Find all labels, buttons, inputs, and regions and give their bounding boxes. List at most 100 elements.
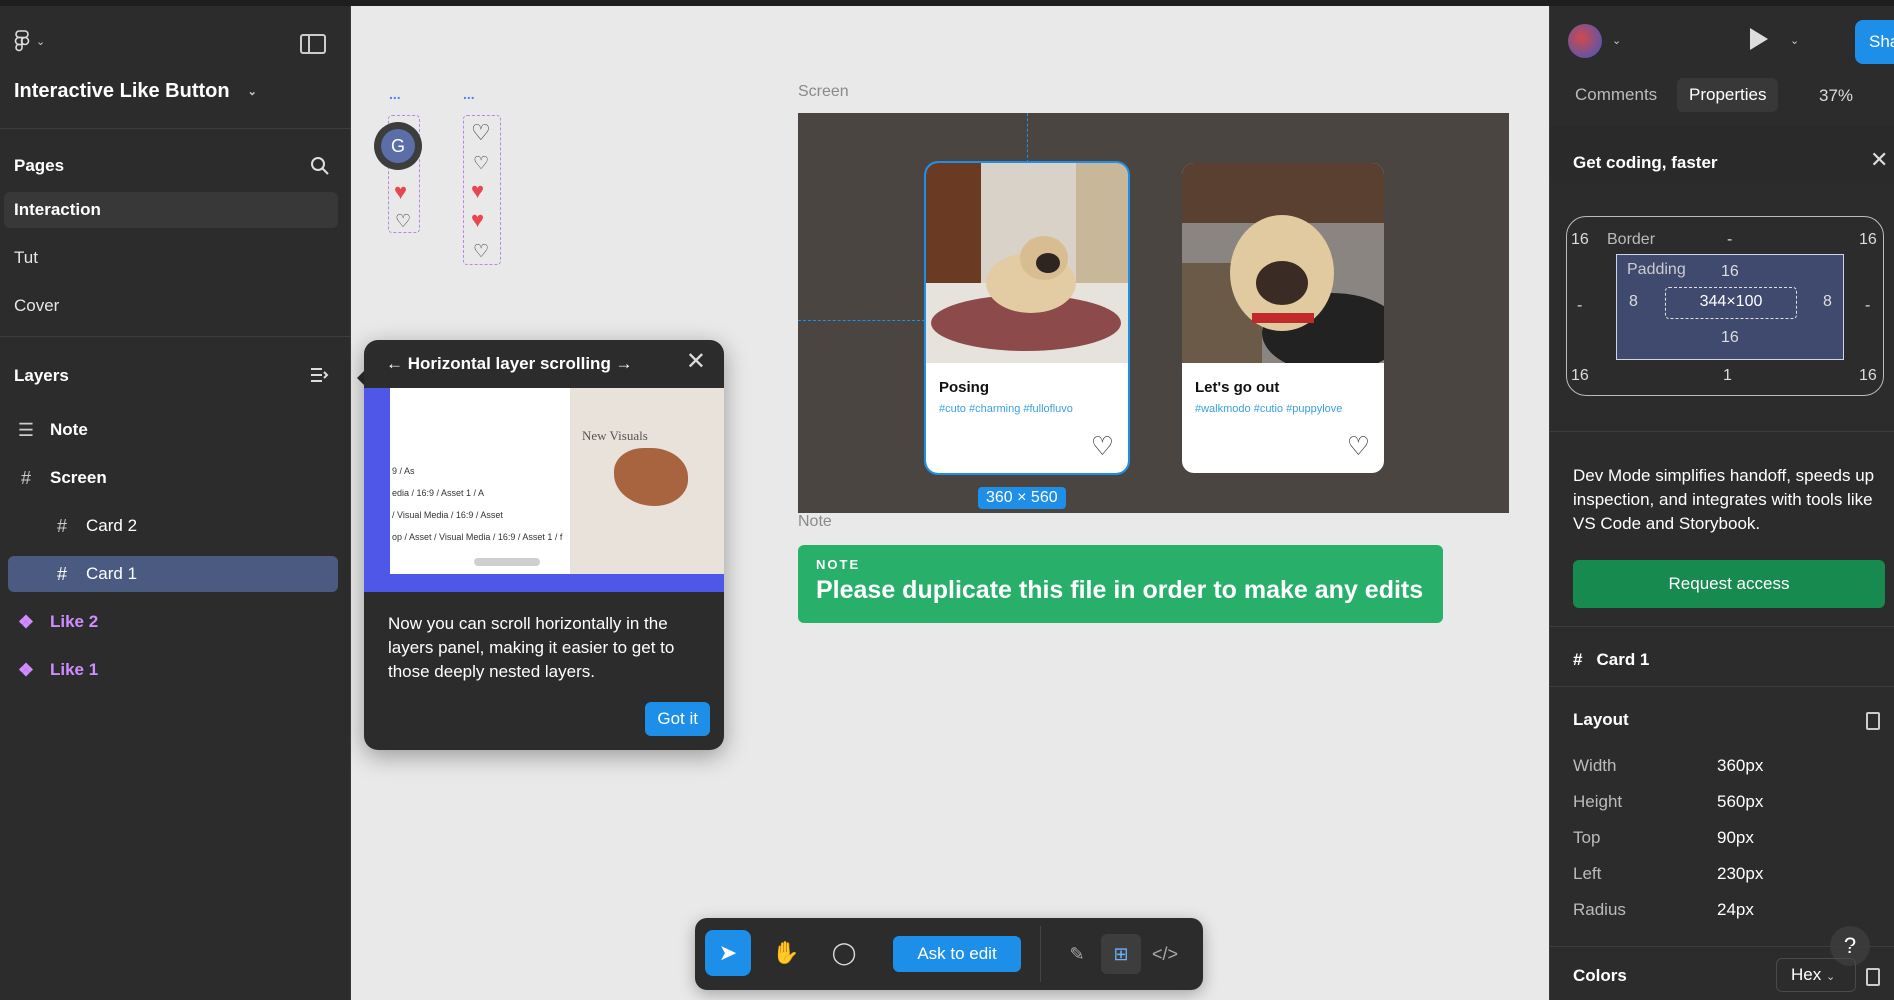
design-canvas[interactable]: ... ... ♥ ♡ ♡ ♡ ♥ ♥ ♡ G Screen Posing #c… — [351, 6, 1549, 1000]
frame-icon: # — [56, 564, 67, 584]
prop-value[interactable]: 560px — [1717, 792, 1763, 812]
figma-logo-icon — [14, 30, 30, 52]
colors-heading: Colors — [1573, 966, 1627, 985]
prop-value[interactable]: 24px — [1717, 900, 1754, 920]
search-icon[interactable] — [310, 156, 330, 176]
guide-line — [1027, 113, 1028, 163]
divider — [1550, 431, 1894, 432]
side-value: - — [1577, 297, 1583, 314]
layers-heading: Layers — [14, 366, 69, 385]
user-avatar[interactable] — [1568, 24, 1602, 58]
toggle-sidebar-icon[interactable] — [300, 34, 326, 54]
illustration-text: op / Asset / Visual Media / 16:9 / Asset… — [392, 532, 563, 542]
color-format-select[interactable]: Hex ⌄ — [1776, 958, 1856, 992]
layer-label: Note — [50, 420, 88, 439]
collaborator-avatar[interactable]: G — [374, 122, 422, 170]
share-button[interactable]: Share — [1855, 20, 1894, 64]
prop-label: Top — [1573, 828, 1601, 847]
zoom-level[interactable]: 37% — [1819, 86, 1853, 106]
prop-value[interactable]: 230px — [1717, 864, 1763, 884]
file-title[interactable]: Interactive Like Button ⌄ — [14, 80, 257, 103]
present-icon[interactable] — [1750, 28, 1768, 50]
main-menu-button[interactable]: ⌄ — [14, 30, 45, 52]
close-icon[interactable]: ✕ — [1870, 147, 1888, 173]
like-2-component[interactable]: ♡ ♡ ♥ ♥ ♡ — [463, 115, 501, 265]
move-tool-icon[interactable]: ➤ — [705, 930, 751, 976]
dev-mode-description: Dev Mode simplifies handoff, speeds up i… — [1573, 466, 1875, 533]
tab-comments[interactable]: Comments — [1563, 78, 1669, 112]
ask-to-edit-button[interactable]: Ask to edit — [893, 936, 1021, 972]
illustration-panel — [390, 388, 570, 574]
note-frame-label[interactable]: Note — [798, 513, 832, 531]
chevron-down-icon[interactable]: ⌄ — [1790, 34, 1799, 47]
layer-card-2[interactable]: # Card 2 — [8, 508, 338, 544]
side-value: - — [1865, 297, 1871, 314]
color-format-label: Hex — [1791, 965, 1822, 984]
component-label[interactable]: ... — [463, 86, 475, 102]
left-sidebar: ⌄ Interactive Like Button ⌄ Pages Intera… — [0, 6, 351, 1000]
avatar-initial: G — [381, 129, 415, 163]
hand-tool-icon[interactable]: ✋ — [763, 930, 809, 976]
layer-screen[interactable]: # Screen — [8, 460, 338, 496]
padding-left: 8 — [1629, 293, 1638, 310]
heart-filled-icon: ♥ — [471, 178, 485, 203]
comment-tool-icon[interactable]: ◯ — [821, 930, 867, 976]
chevron-down-icon: ⌄ — [247, 86, 257, 98]
card-title: Let's go out — [1195, 379, 1280, 396]
layer-note[interactable]: ☰ Note — [8, 412, 338, 448]
copy-icon[interactable] — [1866, 712, 1880, 730]
screen-frame[interactable]: Posing #cuto #charming #fullofluvo ♡ Let… — [798, 113, 1509, 513]
prop-label: Left — [1573, 864, 1602, 883]
draw-mode-icon[interactable]: ✎ — [1057, 934, 1097, 974]
heart-outline-icon: ♡ — [395, 211, 412, 231]
corner-value: 16 — [1571, 231, 1589, 248]
layer-like-2[interactable]: ❖ Like 2 — [8, 604, 338, 640]
tip-popover: ← Horizontal layer scrolling → ✕ 9 / As … — [364, 340, 724, 750]
chevron-down-icon: ⌄ — [1825, 971, 1836, 983]
layer-card-1[interactable]: # Card 1 — [8, 556, 338, 592]
prop-value[interactable]: 90px — [1717, 828, 1754, 848]
note-banner[interactable]: NOTE Please duplicate this file in order… — [798, 545, 1443, 623]
component-label[interactable]: ... — [389, 86, 401, 102]
note-text: Please duplicate this file in order to m… — [816, 576, 1424, 604]
corner-value: 16 — [1859, 231, 1877, 248]
divider — [0, 336, 351, 337]
page-item-interaction[interactable]: Interaction — [4, 192, 338, 228]
prop-value[interactable]: 360px — [1717, 756, 1763, 776]
divider — [1550, 626, 1894, 627]
page-item-tut[interactable]: Tut — [4, 240, 338, 276]
heart-outline-icon: ♡ — [473, 153, 490, 173]
request-access-button[interactable]: Request access — [1573, 560, 1885, 608]
copy-icon[interactable] — [1866, 968, 1880, 986]
bottom-toolbar: ➤ ✋ ◯ Ask to edit ✎ ⊞ </> — [695, 918, 1203, 990]
layout-heading: Layout — [1573, 710, 1629, 729]
card-2[interactable]: Let's go out #walkmodo #cutio #puppylove… — [1182, 163, 1384, 473]
layer-like-1[interactable]: ❖ Like 1 — [8, 652, 338, 688]
card-1[interactable]: Posing #cuto #charming #fullofluvo ♡ — [924, 161, 1130, 475]
like-button[interactable]: ♡ — [1347, 433, 1370, 459]
dev-mode-icon[interactable]: </> — [1145, 934, 1185, 974]
padding-label: Padding — [1627, 261, 1686, 278]
file-title-text: Interactive Like Button — [14, 80, 230, 102]
page-item-cover[interactable]: Cover — [4, 288, 338, 324]
chevron-down-icon[interactable]: ⌄ — [1612, 34, 1621, 47]
toolbar-divider — [1040, 926, 1041, 982]
border-label: Border — [1607, 231, 1656, 248]
got-it-button[interactable]: Got it — [645, 702, 710, 736]
selection-label: Card 1 — [1596, 650, 1650, 669]
heart-outline-icon: ♡ — [473, 241, 490, 261]
like-button[interactable]: ♡ — [1091, 433, 1114, 459]
close-icon[interactable]: ✕ — [686, 350, 706, 374]
layer-label: Like 1 — [50, 660, 99, 679]
collapse-layers-icon[interactable] — [310, 366, 330, 384]
text-layer-icon: ☰ — [17, 420, 35, 440]
heart-filled-icon: ♥ — [471, 207, 485, 232]
frame-icon: # — [56, 516, 67, 536]
design-mode-icon[interactable]: ⊞ — [1101, 934, 1141, 974]
screen-frame-label[interactable]: Screen — [798, 83, 849, 101]
tab-properties[interactable]: Properties — [1677, 78, 1779, 112]
popover-title: ← Horizontal layer scrolling → — [386, 354, 633, 373]
illustration-scrollbar — [474, 558, 540, 566]
popover-body: Now you can scroll horizontally in the l… — [388, 614, 675, 681]
divider — [0, 128, 351, 129]
